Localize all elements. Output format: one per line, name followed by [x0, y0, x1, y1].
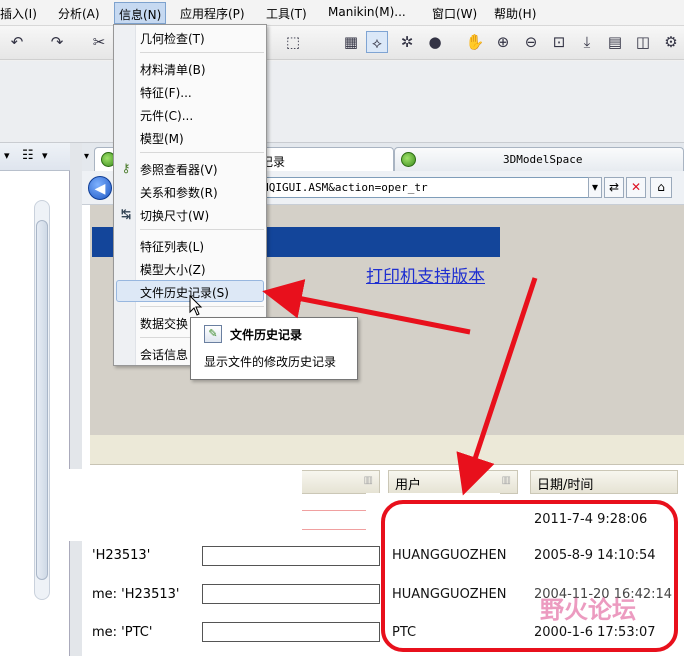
- menu-item-feature-list[interactable]: 特征列表(L): [140, 238, 204, 255]
- spin-center-icon[interactable]: ✲: [396, 31, 418, 53]
- settings-icon[interactable]: ⚙: [660, 31, 682, 53]
- menu-item-reference-viewer[interactable]: 参照查看器(V): [140, 161, 218, 178]
- toolbar-area: [0, 61, 684, 143]
- menu-item-geometry-check[interactable]: 几何检查(T): [140, 30, 205, 47]
- redacted-area: [58, 469, 302, 541]
- menu-item-file-history[interactable]: 文件历史记录(S): [140, 284, 229, 301]
- column-header-blank[interactable]: ▥: [300, 470, 380, 494]
- column-date-label: 日期/时间: [537, 478, 594, 493]
- menu-tools[interactable]: 工具(T): [266, 5, 307, 22]
- zoom-in-icon[interactable]: ⊕: [492, 31, 514, 53]
- model-tree-header: ▾ ☷ ▾: [0, 143, 70, 171]
- undo-icon[interactable]: ↶: [6, 31, 28, 53]
- refresh-icon[interactable]: ⇄: [604, 177, 624, 198]
- layers-icon[interactable]: ◫: [632, 31, 654, 53]
- reference-viewer-icon: ⚷: [121, 161, 131, 175]
- datum-display-icon[interactable]: ⟡: [366, 31, 388, 53]
- panel-splitter[interactable]: [70, 143, 82, 656]
- menu-manikin[interactable]: Manikin(M)...: [328, 5, 406, 19]
- menu-icon-gutter: [114, 25, 136, 365]
- column-user-label: 用户: [395, 478, 422, 493]
- row-label: me: 'PTC': [92, 625, 153, 640]
- menu-insert[interactable]: 插入(I): [0, 5, 37, 22]
- menu-separator: [140, 229, 264, 230]
- menu-item-feature[interactable]: 特征(F)...: [140, 84, 192, 101]
- menu-item-model-size[interactable]: 模型大小(Z): [140, 261, 206, 278]
- row-label: me: 'H23513': [92, 587, 180, 602]
- comment-field[interactable]: [202, 584, 380, 604]
- menu-help[interactable]: 帮助(H): [494, 5, 536, 22]
- tooltip-description: 显示文件的修改历史记录: [204, 355, 337, 369]
- file-history-icon: ✎: [204, 325, 222, 343]
- tooltip-title: 文件历史记录: [230, 328, 303, 342]
- row-label: 'H23513': [92, 548, 151, 563]
- redo-icon[interactable]: ↷: [46, 31, 68, 53]
- tree-filter-dropdown-icon[interactable]: ▾: [42, 149, 48, 162]
- tree-dropdown-icon[interactable]: ▾: [4, 149, 10, 162]
- globe-icon: [401, 152, 416, 167]
- menu-item-relations-params[interactable]: 关系和参数(R): [140, 184, 218, 201]
- tab-dropdown-icon[interactable]: ▾: [84, 151, 89, 162]
- menubar: 插入(I) 分析(A) 信息(N) 应用程序(P) 工具(T) Manikin(…: [0, 0, 684, 26]
- tree-settings-icon[interactable]: ☷: [22, 148, 34, 163]
- back-button[interactable]: ◀: [88, 176, 112, 200]
- tab-3dmodelspace-label: 3DModelSpace: [503, 153, 583, 166]
- menu-separator: [140, 306, 264, 307]
- tab-3dmodelspace[interactable]: 3DModelSpace: [394, 147, 684, 171]
- menu-separator: [140, 152, 264, 153]
- menu-item-model[interactable]: 模型(M): [140, 130, 184, 147]
- home-icon[interactable]: ⌂: [650, 177, 672, 198]
- menu-separator: [140, 52, 264, 53]
- print-version-link[interactable]: 打印机支持版本: [366, 262, 485, 287]
- shading-icon[interactable]: ●: [424, 31, 446, 53]
- comment-field[interactable]: [202, 622, 380, 642]
- table-header-strip: [90, 435, 684, 465]
- select-box-icon[interactable]: ⬚: [282, 31, 304, 53]
- tree-scrollbar-thumb[interactable]: [36, 220, 48, 580]
- menu-item-data-exchange[interactable]: 数据交换: [140, 315, 188, 332]
- switch-dimensions-icon: ↹: [120, 207, 132, 221]
- cut-icon[interactable]: ✂: [88, 31, 110, 53]
- forum-watermark: 野火论坛: [540, 595, 636, 624]
- column-header-date[interactable]: 日期/时间: [530, 470, 678, 494]
- orient-icon[interactable]: ⤓: [576, 31, 598, 53]
- refit-icon[interactable]: ⊡: [548, 31, 570, 53]
- address-dropdown-icon[interactable]: ▾: [588, 177, 602, 198]
- toolbar: ↶ ↷ ✂ ⬚ ▦ ⟡ ✲ ● ✋ ⊕ ⊖ ⊡ ⤓ ▤ ◫ ⚙: [0, 26, 684, 60]
- menu-item-component[interactable]: 元件(C)...: [140, 107, 193, 124]
- column-header-user[interactable]: 用户 ▥: [388, 470, 518, 494]
- menu-item-session-info[interactable]: 会话信息: [140, 346, 188, 363]
- menu-analysis[interactable]: 分析(A): [58, 5, 100, 22]
- comment-field[interactable]: [202, 546, 380, 566]
- annotation-highlight-box: [381, 500, 678, 652]
- menu-window[interactable]: 窗口(W): [432, 5, 477, 22]
- pan-hand-icon[interactable]: ✋: [464, 31, 486, 53]
- menu-item-bom[interactable]: 材料清单(B): [140, 61, 206, 78]
- stop-icon[interactable]: ✕: [626, 177, 646, 198]
- saved-views-icon[interactable]: ▤: [604, 31, 626, 53]
- view-icon[interactable]: ▦: [340, 31, 362, 53]
- menu-applications[interactable]: 应用程序(P): [180, 5, 245, 22]
- menu-item-switch-dimensions[interactable]: 切换尺寸(W): [140, 207, 209, 224]
- zoom-out-icon[interactable]: ⊖: [520, 31, 542, 53]
- menu-info[interactable]: 信息(N): [114, 2, 167, 24]
